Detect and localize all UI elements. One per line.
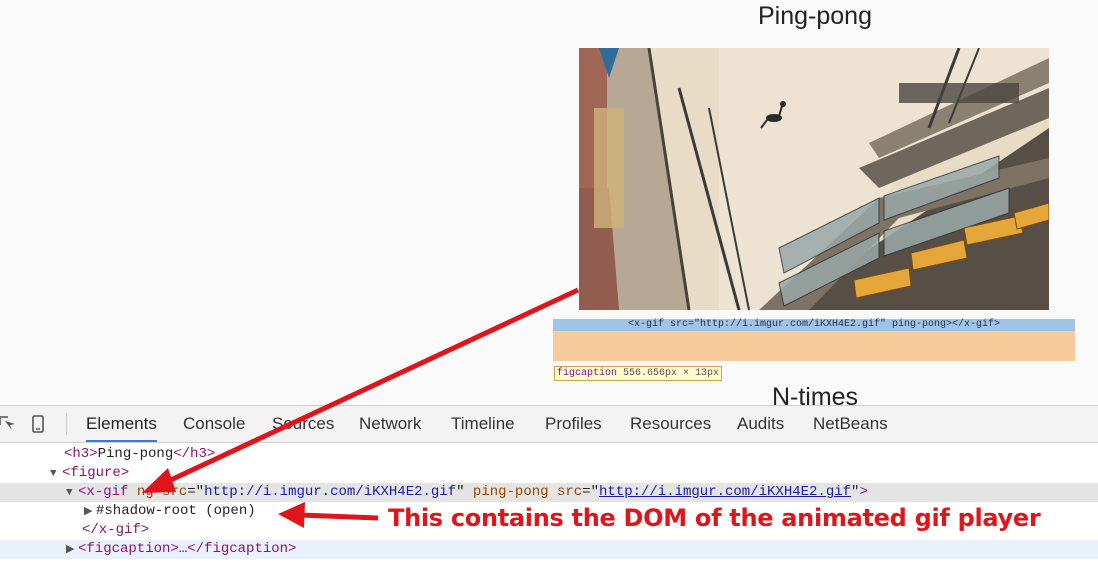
- selected-element-code: <x-gif src="http://i.imgur.com/iKXH4E2.g…: [627, 319, 1001, 330]
- tab-audits[interactable]: Audits: [737, 406, 784, 442]
- expand-triangle-closed-icon[interactable]: ▶: [66, 541, 78, 560]
- tab-timeline[interactable]: Timeline: [451, 406, 515, 442]
- tag-x-gif-open: <x-gif: [78, 484, 129, 500]
- shadow-root-label: #shadow-root (open): [96, 503, 256, 519]
- devtools-panel: Elements Console Sources Network Timelin…: [0, 405, 1098, 562]
- attr-name-ping-pong: ping-pong: [472, 484, 549, 500]
- tag-h3-open: <h3>: [64, 446, 98, 462]
- tab-resources[interactable]: Resources: [630, 406, 711, 442]
- selected-element-highlight: <x-gif src="http://i.imgur.com/iKXH4E2.g…: [553, 319, 1075, 331]
- tab-profiles[interactable]: Profiles: [545, 406, 602, 442]
- animated-gif-image[interactable]: [579, 48, 1049, 310]
- tab-netbeans[interactable]: NetBeans: [813, 406, 888, 442]
- gif-illustration: [579, 48, 1049, 310]
- tag-x-gif-end: >: [859, 484, 868, 500]
- device-mode-icon[interactable]: [30, 415, 46, 433]
- toolbar-separator: [66, 413, 67, 435]
- dom-node-figcaption[interactable]: ▶ <figcaption>…</figcaption>: [0, 540, 1098, 559]
- figcaption-ellipsis: …: [178, 541, 188, 557]
- dom-node-x-gif[interactable]: ▼ <x-gif ng-src="http://i.imgur.com/iKXH4…: [0, 483, 1098, 502]
- tag-figcaption-open: <figcaption>: [78, 541, 179, 557]
- element-size-tooltip: figcaption 556.656px × 13px: [554, 366, 723, 381]
- dom-tree: <h3>Ping-pong</h3> ▼ <figure> ▼ <x-gif ng-…: [0, 443, 1098, 562]
- figcaption-highlight: [553, 331, 1075, 361]
- expand-triangle-open-icon[interactable]: ▼: [50, 465, 62, 484]
- attr-value-src-link[interactable]: http://i.imgur.com/iKXH4E2.gif: [599, 484, 851, 500]
- tab-sources[interactable]: Sources: [272, 406, 334, 442]
- tooltip-tag: figcaption: [557, 368, 618, 379]
- tag-h3-close: </h3>: [173, 446, 216, 462]
- expand-triangle-closed-icon[interactable]: ▶: [84, 503, 96, 522]
- dom-node-figure[interactable]: ▼ <figure>: [0, 464, 1098, 483]
- tab-console[interactable]: Console: [183, 406, 245, 442]
- tooltip-size: 556.656px × 13px: [623, 368, 720, 379]
- inspect-element-icon[interactable]: [0, 415, 16, 433]
- tab-elements[interactable]: Elements: [86, 406, 157, 442]
- attr-value-ng-src: http://i.imgur.com/iKXH4E2.gif: [204, 484, 457, 500]
- rendered-page: Ping-pong <x-gif src="http://i.imgur.com…: [0, 0, 1098, 411]
- expand-triangle-open-icon[interactable]: ▼: [66, 484, 78, 503]
- tag-figure-open: <figure>: [62, 465, 130, 481]
- attr-name-src: src: [556, 484, 583, 500]
- tab-network[interactable]: Network: [359, 406, 421, 442]
- annotation-callout-text: This contains the DOM of the animated gi…: [388, 504, 1041, 532]
- tag-x-gif-close: </x-gif>: [82, 522, 150, 538]
- attr-name-ng-src: ng-src: [136, 484, 188, 500]
- dom-node-h3[interactable]: <h3>Ping-pong</h3>: [0, 445, 1098, 464]
- section-heading-ping-pong: Ping-pong: [758, 2, 872, 30]
- h3-text: Ping-pong: [97, 446, 174, 462]
- tag-figcaption-close: </figcaption>: [187, 541, 297, 557]
- devtools-toolbar: Elements Console Sources Network Timelin…: [0, 406, 1098, 443]
